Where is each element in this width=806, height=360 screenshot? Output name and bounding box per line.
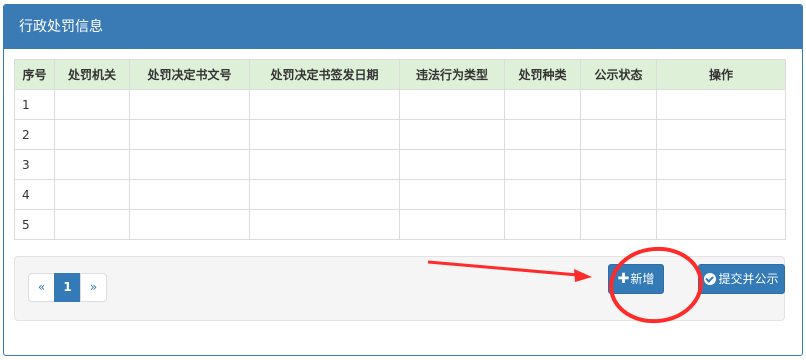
table-cell — [580, 89, 657, 120]
table-cell — [399, 209, 505, 240]
cell-index: 5 — [14, 209, 55, 240]
table-cell — [399, 89, 505, 120]
check-circle-icon — [704, 273, 717, 285]
column-header-issue-date: 处罚决定书签发日期 — [249, 59, 400, 90]
table-header-row: 序号 处罚机关 处罚决定书文号 处罚决定书签发日期 违法行为类型 处罚种类 公示… — [14, 59, 786, 90]
table-cell — [249, 119, 400, 150]
table-row: 5 — [14, 209, 786, 240]
table-cell — [129, 209, 250, 240]
table-cell — [656, 89, 786, 120]
column-header-index: 序号 — [14, 59, 55, 90]
table-cell — [656, 209, 786, 240]
table-cell — [249, 89, 400, 120]
pagination: « 1 » — [28, 273, 107, 302]
table-cell — [580, 179, 657, 210]
table-row: 2 — [14, 119, 786, 150]
add-button-label: 新增 — [630, 272, 655, 286]
table-cell — [54, 149, 130, 180]
table-cell — [504, 179, 581, 210]
table-cell — [504, 149, 581, 180]
table-cell — [129, 89, 250, 120]
cell-index: 2 — [14, 119, 55, 150]
cell-index: 4 — [14, 179, 55, 210]
column-header-publish-status: 公示状态 — [580, 59, 657, 90]
table-cell — [580, 119, 657, 150]
table-cell — [129, 119, 250, 150]
table-cell — [129, 179, 250, 210]
table-row: 4 — [14, 179, 786, 210]
table-cell — [399, 119, 505, 150]
table-cell — [399, 149, 505, 180]
table-cell — [54, 179, 130, 210]
submit-button-label: 提交并公示 — [718, 272, 779, 286]
table-cell — [656, 119, 786, 150]
table-cell — [129, 149, 250, 180]
table-footer: « 1 » ✚ 新增 提交并公示 — [14, 256, 785, 321]
panel-title: 行政处罚信息 — [4, 5, 802, 49]
add-button[interactable]: ✚ 新增 — [608, 264, 664, 294]
table-row: 1 — [14, 89, 786, 120]
cell-index: 1 — [14, 89, 55, 120]
cell-index: 3 — [14, 149, 55, 180]
column-header-violation-type: 违法行为类型 — [399, 59, 505, 90]
table-cell — [504, 89, 581, 120]
submit-and-publish-button[interactable]: 提交并公示 — [698, 264, 785, 294]
table-cell — [656, 179, 786, 210]
table-cell — [249, 179, 400, 210]
table-cell — [54, 209, 130, 240]
column-header-decision-number: 处罚决定书文号 — [129, 59, 250, 90]
table-cell — [54, 89, 130, 120]
table-cell — [504, 119, 581, 150]
table-cell — [249, 209, 400, 240]
pagination-page-1[interactable]: 1 — [54, 273, 81, 302]
table-cell — [504, 209, 581, 240]
column-header-penalty-kind: 处罚种类 — [504, 59, 581, 90]
table-cell — [656, 149, 786, 180]
penalty-table: 序号 处罚机关 处罚决定书文号 处罚决定书签发日期 违法行为类型 处罚种类 公示… — [14, 59, 786, 240]
table-cell — [580, 209, 657, 240]
column-header-authority: 处罚机关 — [54, 59, 130, 90]
table-cell — [399, 179, 505, 210]
table-cell — [249, 149, 400, 180]
plus-icon: ✚ — [617, 271, 630, 287]
column-header-actions: 操作 — [656, 59, 786, 90]
pagination-prev[interactable]: « — [28, 273, 55, 302]
table-cell — [580, 149, 657, 180]
table-row: 3 — [14, 149, 786, 180]
pagination-next[interactable]: » — [80, 273, 107, 302]
table-cell — [54, 119, 130, 150]
